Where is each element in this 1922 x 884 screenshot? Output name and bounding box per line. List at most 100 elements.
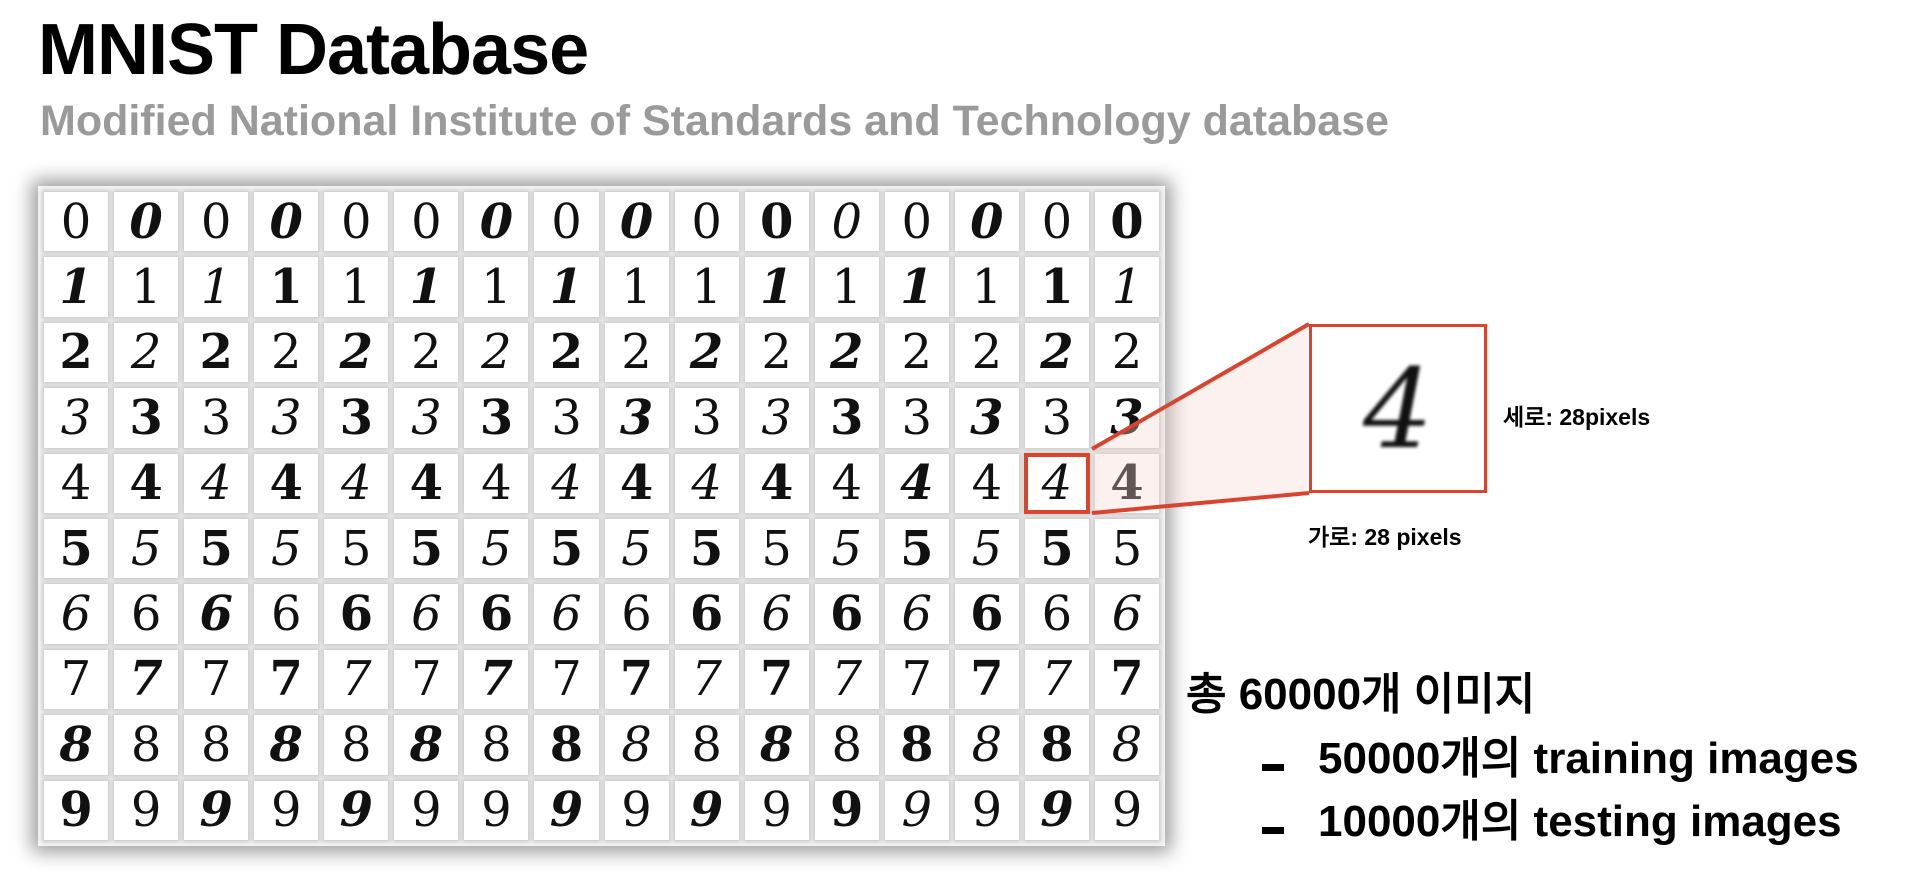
digit-cell: 4 bbox=[814, 453, 879, 513]
digit-cell: 9 bbox=[324, 780, 389, 840]
digit-cell: 3 bbox=[674, 388, 739, 448]
digit-cell: 2 bbox=[254, 322, 319, 383]
digit-cell: 9 bbox=[744, 780, 809, 840]
total-images-text: 총 60000개 이미지 bbox=[1186, 670, 1536, 719]
digit-cell: 5 bbox=[394, 519, 459, 579]
digit-cell: 6 bbox=[1024, 584, 1089, 644]
digit-cell: 7 bbox=[184, 649, 249, 710]
digit-cell: 3 bbox=[884, 388, 949, 448]
digit-cell: 1 bbox=[1024, 257, 1089, 317]
digit-cell: 7 bbox=[394, 649, 459, 710]
digit-cell: 8 bbox=[114, 715, 179, 775]
digit-cell: 5 bbox=[814, 519, 879, 579]
digit-cell: 2 bbox=[44, 322, 109, 383]
digit-cell: 7 bbox=[114, 649, 179, 710]
digit-cell: 6 bbox=[394, 584, 459, 644]
digit-cell: 8 bbox=[744, 715, 809, 775]
digit-cell: 0 bbox=[744, 192, 809, 252]
testing-text: 10000개의 testing images bbox=[1318, 797, 1842, 846]
digit-cell: 8 bbox=[954, 715, 1019, 775]
digit-cell: 6 bbox=[114, 584, 179, 644]
digit-cell: 0 bbox=[954, 192, 1019, 252]
zoomed-digit: 4 bbox=[1363, 344, 1433, 473]
digit-cell: 1 bbox=[394, 257, 459, 317]
digit-cell: 9 bbox=[114, 780, 179, 840]
digit-cell: 4 bbox=[954, 453, 1019, 513]
training-bullet: 50000개의 training images bbox=[1262, 722, 1859, 786]
digit-cell: 9 bbox=[604, 780, 669, 840]
digit-cell: 4 bbox=[254, 453, 319, 513]
digit-cell: 6 bbox=[604, 584, 669, 644]
digit-cell: 6 bbox=[674, 584, 739, 644]
digit-cell: 1 bbox=[814, 257, 879, 317]
digit-cell: 3 bbox=[464, 388, 529, 448]
page-subtitle: Modified National Institute of Standards… bbox=[40, 97, 1390, 145]
digit-cell: 4 bbox=[884, 453, 949, 513]
digit-cell: 7 bbox=[254, 649, 319, 710]
digit-cell: 2 bbox=[814, 322, 879, 383]
digit-cell: 7 bbox=[674, 649, 739, 710]
digit-cell: 3 bbox=[114, 388, 179, 448]
digit-cell: 0 bbox=[604, 192, 669, 252]
training-text: 50000개의 training images bbox=[1318, 734, 1859, 783]
digit-cell: 2 bbox=[1024, 322, 1089, 383]
digit-cell: 9 bbox=[394, 780, 459, 840]
digit-cell: 7 bbox=[534, 649, 599, 710]
digit-cell: 0 bbox=[534, 192, 599, 252]
digit-cell: 1 bbox=[954, 257, 1019, 317]
digit-cell: 2 bbox=[744, 322, 809, 383]
digit-cell: 5 bbox=[184, 519, 249, 579]
digit-cell: 3 bbox=[604, 388, 669, 448]
digit-cell: 5 bbox=[464, 519, 529, 579]
digit-cell: 1 bbox=[324, 257, 389, 317]
digit-cell: 7 bbox=[1024, 649, 1089, 710]
digit-cell: 2 bbox=[1094, 322, 1159, 383]
digit-cell: 9 bbox=[464, 780, 529, 840]
digit-cell: 2 bbox=[534, 322, 599, 383]
digit-cell: 0 bbox=[254, 192, 319, 252]
digit-cell: 3 bbox=[1024, 388, 1089, 448]
digit-cell: 3 bbox=[324, 388, 389, 448]
digit-cell: 4 bbox=[604, 453, 669, 513]
digit-cell: 7 bbox=[884, 649, 949, 710]
digit-cell: 9 bbox=[814, 780, 879, 840]
height-label: 세로: 28pixels bbox=[1503, 404, 1651, 430]
digit-cell: 9 bbox=[1024, 780, 1089, 840]
digit-cell: 0 bbox=[184, 192, 249, 252]
digit-cell: 1 bbox=[674, 257, 739, 317]
highlighted-digit-cell: 4 bbox=[1023, 452, 1090, 515]
digit-cell: 8 bbox=[884, 715, 949, 775]
digit-cell: 5 bbox=[954, 519, 1019, 579]
digit-cell: 1 bbox=[464, 257, 529, 317]
digit-cell: 0 bbox=[884, 192, 949, 252]
digit-cell: 6 bbox=[44, 584, 109, 644]
digit-cell: 6 bbox=[184, 584, 249, 644]
digit-cell: 0 bbox=[814, 192, 879, 252]
digit-cell: 9 bbox=[44, 780, 109, 840]
digit-cell: 2 bbox=[394, 322, 459, 383]
digit-cell: 7 bbox=[604, 649, 669, 710]
digit-cell: 6 bbox=[1094, 584, 1159, 644]
digit-cell: 8 bbox=[1094, 715, 1159, 775]
digit-cell: 0 bbox=[1024, 192, 1089, 252]
digit-cell: 9 bbox=[954, 780, 1019, 840]
digit-cell: 6 bbox=[324, 584, 389, 644]
digit-cell: 5 bbox=[744, 519, 809, 579]
digit-cell: 3 bbox=[1094, 388, 1159, 448]
digit-cell: 3 bbox=[44, 388, 109, 448]
digit-cell: 8 bbox=[184, 715, 249, 775]
digit-cell: 5 bbox=[114, 519, 179, 579]
digit-cell: 5 bbox=[884, 519, 949, 579]
digit-cell: 7 bbox=[1094, 649, 1159, 710]
digit-cell: 7 bbox=[744, 649, 809, 710]
digit-cell: 2 bbox=[954, 322, 1019, 383]
digit-cell: 4 bbox=[114, 453, 179, 513]
digit-cell: 7 bbox=[954, 649, 1019, 710]
digit-cell: 4 bbox=[674, 453, 739, 513]
digit-cell: 9 bbox=[184, 780, 249, 840]
digit-cell: 4 bbox=[534, 453, 599, 513]
digit-cell: 8 bbox=[464, 715, 529, 775]
bullet-dash bbox=[1262, 763, 1284, 771]
digit-cell: 8 bbox=[394, 715, 459, 775]
digit-cell: 2 bbox=[184, 322, 249, 383]
